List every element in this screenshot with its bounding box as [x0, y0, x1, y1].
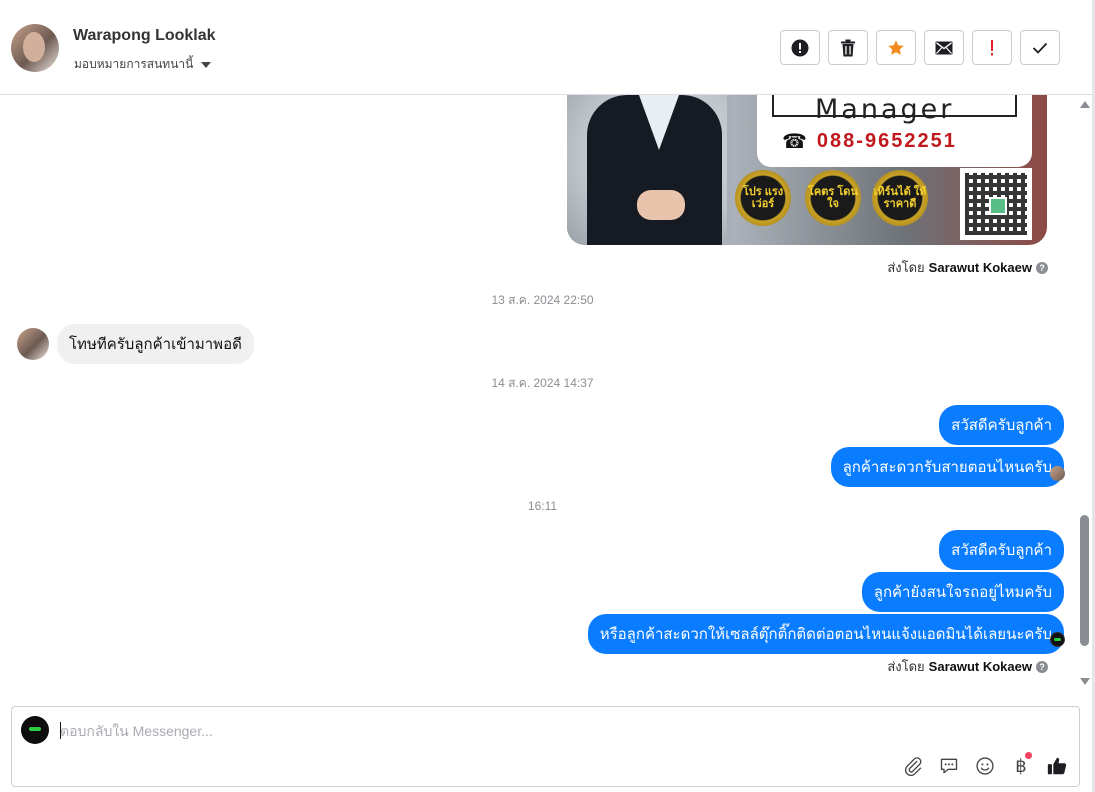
important-button[interactable] [972, 30, 1012, 65]
thumbs-up-icon[interactable] [1045, 754, 1069, 778]
qr-code [960, 168, 1032, 240]
qr-code-pattern [965, 173, 1027, 235]
contact-name[interactable]: Warapong Looklak [73, 27, 216, 45]
alert-circle-icon [791, 39, 809, 56]
seen-avatar [1050, 632, 1065, 647]
banner-badge: โปร แรง เว่อร์ [735, 170, 791, 226]
outgoing-message[interactable]: หรือลูกค้าสะดวกให้เซลล์ตุ๊กติ๊กติดต่อตอน… [587, 614, 1064, 654]
baht-symbol: ฿ [1015, 755, 1027, 777]
notification-dot [1025, 752, 1032, 759]
outgoing-message[interactable]: สวัสดีครับลูกค้า [939, 405, 1064, 445]
exclamation-icon [991, 39, 993, 55]
scroll-up-arrow-icon[interactable] [1080, 101, 1090, 108]
spam-button[interactable] [780, 30, 820, 65]
banner-phone-row: ☎ 088-9652251 [782, 129, 957, 154]
timestamp: 16:11 [527, 499, 558, 513]
conversation-toolbar [780, 30, 1060, 65]
telephone-icon: ☎ [782, 131, 809, 153]
banner-badge: โคตร โดนใจ [805, 170, 861, 226]
incoming-message-row: โทษทีครับลูกค้าเข้ามาพอดี [17, 324, 254, 364]
timestamp: 14 ส.ค. 2024 14:37 [491, 376, 594, 390]
chevron-down-icon [201, 61, 212, 68]
shared-image-attachment[interactable]: Manager ☎ 088-9652251 โปร แรง เว่อร์ โคต… [567, 95, 1047, 245]
help-icon[interactable]: ? [1036, 660, 1048, 673]
seen-avatar [1050, 466, 1065, 481]
banner-badge: เทิร์นได้ ให้ราคาดี [872, 170, 928, 226]
contact-avatar-small[interactable] [17, 328, 49, 360]
reply-input[interactable] [60, 721, 960, 741]
contact-avatar[interactable] [11, 24, 59, 72]
trash-icon [841, 39, 855, 56]
conversation-header: Warapong Looklak มอบหมายการสนทนานี้ [0, 0, 1092, 95]
reply-composer: ฿ [11, 706, 1080, 787]
outgoing-message[interactable]: ลูกค้ายังสนใจรถอยู่ไหมครับ [861, 572, 1064, 612]
paperclip-icon[interactable] [901, 754, 925, 778]
outgoing-message[interactable]: ลูกค้าสะดวกรับสายตอนไหนครับ [830, 447, 1064, 487]
sent-by-prefix: ส่งโดย [887, 260, 925, 275]
mark-unread-button[interactable] [924, 30, 964, 65]
help-icon[interactable]: ? [1036, 261, 1048, 274]
sent-by-label: ส่งโดย Sarawut Kokaew ? [887, 656, 1048, 677]
page-avatar [21, 716, 49, 744]
assign-conversation-dropdown[interactable]: มอบหมายการสนทนานี้ [74, 55, 212, 74]
outgoing-message[interactable]: สวัสดีครับลูกค้า [939, 530, 1064, 570]
envelope-icon [935, 41, 953, 54]
incoming-message[interactable]: โทษทีครับลูกค้าเข้ามาพอดี [57, 324, 254, 364]
done-button[interactable] [1020, 30, 1060, 65]
sent-by-name: Sarawut Kokaew [928, 260, 1032, 275]
star-button[interactable] [876, 30, 916, 65]
messenger-inbox: Warapong Looklak มอบหมายการสนทนานี้ Mana… [0, 0, 1095, 792]
scroll-down-arrow-icon[interactable] [1080, 678, 1090, 685]
scrollbar-thumb[interactable] [1080, 515, 1089, 646]
saved-reply-icon[interactable] [937, 754, 961, 778]
emoji-icon[interactable] [973, 754, 997, 778]
banner-hands [637, 190, 685, 220]
sent-by-name: Sarawut Kokaew [928, 659, 1032, 674]
baht-payment-icon[interactable]: ฿ [1009, 752, 1033, 778]
sent-by-label: ส่งโดย Sarawut Kokaew ? [887, 257, 1048, 278]
banner-phone: 088-9652251 [816, 130, 957, 152]
timestamp: 13 ส.ค. 2024 22:50 [491, 293, 594, 307]
sent-by-prefix: ส่งโดย [887, 659, 925, 674]
check-icon [1032, 42, 1048, 54]
star-icon [888, 39, 904, 55]
banner-title: Manager [815, 95, 955, 125]
composer-tools: ฿ [901, 752, 1069, 778]
delete-button[interactable] [828, 30, 868, 65]
assign-label: มอบหมายการสนทนานี้ [74, 57, 194, 71]
